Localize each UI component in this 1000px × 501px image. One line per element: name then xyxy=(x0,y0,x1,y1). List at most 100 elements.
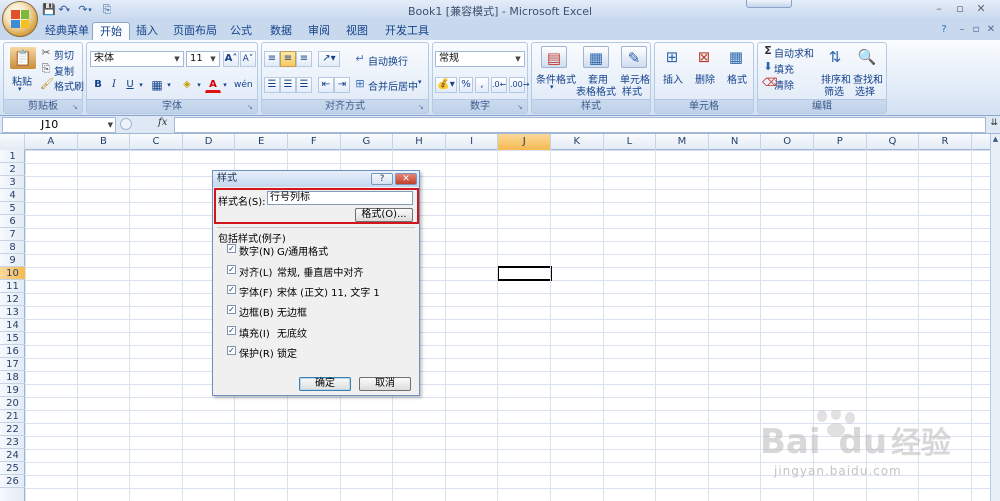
column-header-c[interactable]: C xyxy=(130,134,183,150)
format-painter-icon[interactable]: 🖌 xyxy=(40,77,54,91)
row-header-7[interactable]: 7 xyxy=(0,228,25,241)
row-header-16[interactable]: 16 xyxy=(0,345,25,358)
border-checkbox[interactable]: ✓ xyxy=(227,305,236,314)
align-left-icon[interactable]: ☰ xyxy=(264,77,280,93)
increase-decimal-icon[interactable]: .0← xyxy=(491,77,507,93)
formula-cancel-icon[interactable] xyxy=(120,118,132,130)
find-select-button-line2[interactable]: 选择 xyxy=(855,83,875,98)
alignment-checkbox[interactable]: ✓ xyxy=(227,265,236,274)
grow-font-icon[interactable]: A˄ xyxy=(223,51,239,67)
column-header-n[interactable]: N xyxy=(709,134,762,150)
align-center-icon[interactable]: ☰ xyxy=(280,77,296,93)
column-header-h[interactable]: H xyxy=(393,134,446,150)
clear-icon[interactable]: ⌫ xyxy=(762,76,778,90)
column-header-l[interactable]: L xyxy=(604,134,657,150)
close-icon[interactable]: ✕ xyxy=(974,2,988,16)
bold-button[interactable]: B xyxy=(91,77,105,93)
cell-styles-button-line2[interactable]: 样式 xyxy=(622,83,642,98)
help-icon[interactable]: ? xyxy=(938,24,950,36)
column-header-f[interactable]: F xyxy=(288,134,341,150)
select-all-corner[interactable] xyxy=(0,134,25,150)
tab-page-layout[interactable]: 页面布局 xyxy=(170,22,220,40)
delete-cells-button[interactable]: 删除 xyxy=(695,71,715,86)
wrap-text-button[interactable]: 自动换行 xyxy=(368,53,408,68)
column-header-j[interactable]: J xyxy=(498,134,551,150)
dialog-close-button[interactable]: ✕ xyxy=(395,173,417,185)
office-button[interactable] xyxy=(2,1,38,37)
row-header-14[interactable]: 14 xyxy=(0,319,25,332)
row-header-12[interactable]: 12 xyxy=(0,293,25,306)
clipboard-launcher-icon[interactable]: ↘ xyxy=(72,103,80,111)
sort-filter-icon[interactable]: ⇅ xyxy=(822,46,848,68)
conditional-format-button[interactable]: 条件格式 xyxy=(536,71,576,86)
insert-function-icon[interactable]: fx xyxy=(158,117,167,128)
alignment-launcher-icon[interactable]: ↘ xyxy=(418,103,426,111)
cut-icon[interactable]: ✂ xyxy=(40,46,52,60)
comma-style-icon[interactable]: , xyxy=(475,77,489,93)
number-format-select[interactable]: 常规 ▼ xyxy=(435,51,525,67)
row-header-8[interactable]: 8 xyxy=(0,241,25,254)
tab-formulas[interactable]: 公式 xyxy=(226,22,256,40)
font-checkbox[interactable]: ✓ xyxy=(227,285,236,294)
row-header-4[interactable]: 4 xyxy=(0,189,25,202)
active-cell[interactable] xyxy=(497,266,552,281)
underline-button[interactable]: U xyxy=(123,77,137,93)
borders-icon[interactable]: ▦ xyxy=(149,77,165,93)
autosum-icon[interactable]: Σ xyxy=(762,44,774,58)
row-header-26[interactable]: 26 xyxy=(0,475,25,488)
align-bottom-icon[interactable]: ≡ xyxy=(296,51,312,67)
delete-cells-icon[interactable]: ⊠ xyxy=(691,46,717,68)
column-header-e[interactable]: E xyxy=(235,134,288,150)
row-header-11[interactable]: 11 xyxy=(0,280,25,293)
fill-checkbox[interactable]: ✓ xyxy=(227,326,236,335)
row-header-25[interactable]: 25 xyxy=(0,462,25,475)
window-minimize-button[interactable] xyxy=(746,0,792,8)
tab-view[interactable]: 视图 xyxy=(342,22,372,40)
minimize-workbook-icon[interactable]: – xyxy=(956,24,968,36)
merge-dropdown-icon[interactable]: ▾ xyxy=(418,78,422,86)
align-top-icon[interactable]: ≡ xyxy=(264,51,280,67)
row-header-1[interactable]: 1 xyxy=(0,150,25,163)
merge-center-icon[interactable]: ⊞ xyxy=(354,77,366,91)
tab-data[interactable]: 数据 xyxy=(266,22,296,40)
paste-button[interactable]: 粘贴 xyxy=(12,73,32,88)
restore-icon[interactable]: ▫ xyxy=(953,2,967,16)
number-checkbox[interactable]: ✓ xyxy=(227,244,236,253)
cancel-button[interactable]: 取消 xyxy=(359,377,411,391)
font-size-select[interactable]: 11 ▼ xyxy=(186,51,220,67)
restore-workbook-icon[interactable]: ▫ xyxy=(970,24,982,36)
copy-icon[interactable]: ⎘ xyxy=(40,62,52,76)
row-header-15[interactable]: 15 xyxy=(0,332,25,345)
increase-indent-icon[interactable]: ⇥ xyxy=(334,77,350,93)
chevron-down-icon[interactable]: ▼ xyxy=(108,118,113,132)
row-header-9[interactable]: 9 xyxy=(0,254,25,267)
orientation-icon[interactable]: ↗▾ xyxy=(318,51,340,67)
column-header-m[interactable]: M xyxy=(656,134,709,150)
column-header-i[interactable]: I xyxy=(446,134,499,150)
expand-formula-icon[interactable]: ⇊ xyxy=(990,118,998,128)
ok-button[interactable]: 确定 xyxy=(299,377,351,391)
borders-dropdown-icon[interactable]: ▾ xyxy=(165,77,173,93)
row-header-24[interactable]: 24 xyxy=(0,449,25,462)
column-header-q[interactable]: Q xyxy=(867,134,920,150)
fill-icon[interactable]: ⬇ xyxy=(762,60,774,74)
column-header-o[interactable]: O xyxy=(761,134,814,150)
minimize-icon[interactable]: – xyxy=(932,2,946,16)
row-header-3[interactable]: 3 xyxy=(0,176,25,189)
row-header-17[interactable]: 17 xyxy=(0,358,25,371)
column-header-k[interactable]: K xyxy=(551,134,604,150)
merge-center-button[interactable]: 合并后居中 xyxy=(368,78,418,93)
paste-dropdown-icon[interactable]: ▾ xyxy=(18,85,22,93)
shrink-font-icon[interactable]: A˅ xyxy=(240,51,256,67)
find-select-icon[interactable]: 🔍 xyxy=(854,46,880,68)
align-middle-icon[interactable]: ≡ xyxy=(280,51,296,67)
formula-input[interactable] xyxy=(174,117,986,133)
autosum-button[interactable]: 自动求和 xyxy=(774,45,814,60)
insert-cells-button[interactable]: 插入 xyxy=(663,71,683,86)
row-header-6[interactable]: 6 xyxy=(0,215,25,228)
row-header-20[interactable]: 20 xyxy=(0,397,25,410)
align-right-icon[interactable]: ☰ xyxy=(296,77,312,93)
format-button[interactable]: 格式(O)... xyxy=(355,208,413,222)
row-header-23[interactable]: 23 xyxy=(0,436,25,449)
accounting-format-icon[interactable]: 💰▾ xyxy=(435,77,457,93)
